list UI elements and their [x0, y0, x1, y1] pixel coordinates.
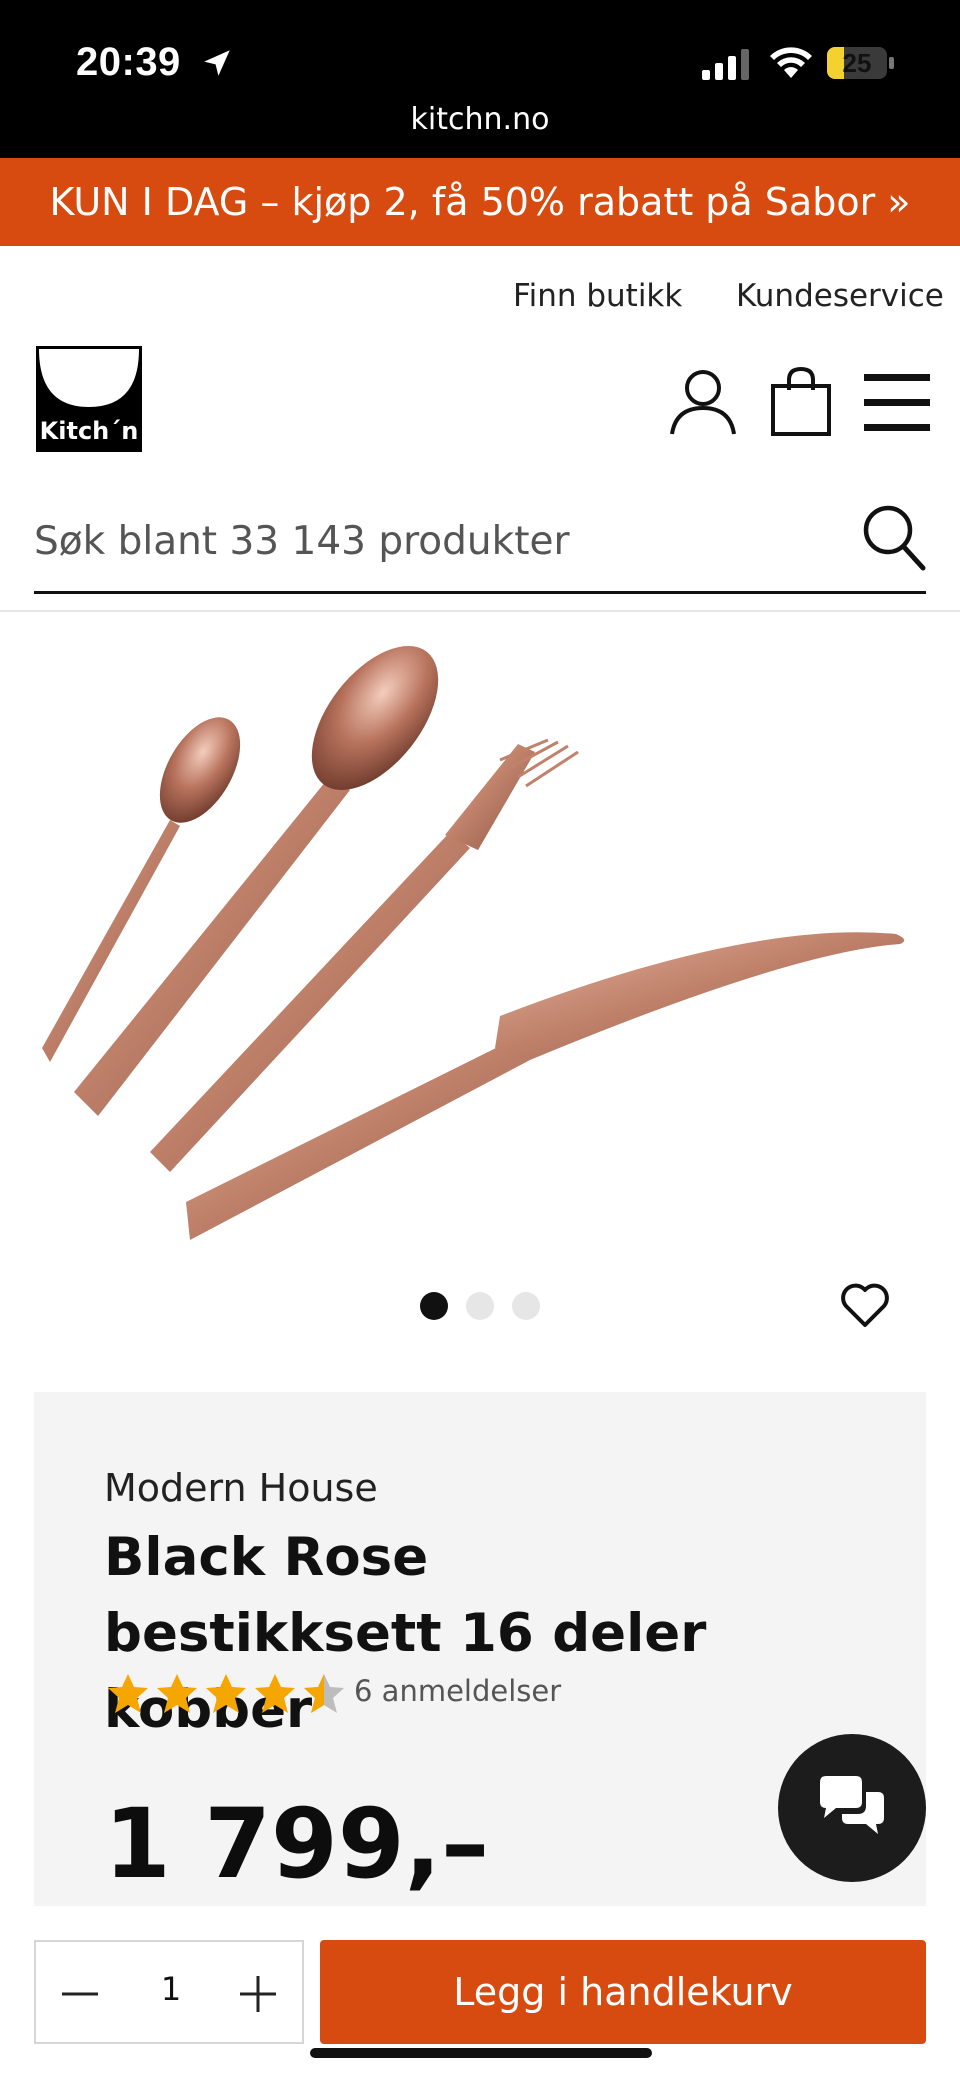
- customer-service-link[interactable]: Kundeservice: [736, 278, 944, 314]
- status-time: 20:39: [76, 40, 181, 84]
- review-count-link[interactable]: 6 anmeldelser: [354, 1674, 561, 1708]
- minus-icon[interactable]: [52, 1964, 108, 2024]
- product-brand[interactable]: Modern House: [104, 1466, 378, 1510]
- account-icon[interactable]: [668, 366, 738, 436]
- add-to-cart-button[interactable]: Legg i handlekurv: [320, 1940, 926, 2044]
- status-bar: 20:39 25 kitchn.no: [0, 0, 960, 158]
- find-store-link[interactable]: Finn butikk: [513, 278, 682, 314]
- search-input[interactable]: [34, 506, 834, 576]
- carousel-dot[interactable]: [420, 1292, 448, 1320]
- wifi-icon: [770, 47, 812, 78]
- home-indicator: [310, 2048, 652, 2058]
- carousel-dots: [420, 1292, 540, 1320]
- favorite-heart-icon[interactable]: [840, 1282, 890, 1328]
- battery-indicator: 25: [826, 46, 896, 80]
- chat-button[interactable]: [778, 1734, 926, 1882]
- star-half-icon: [304, 1674, 344, 1713]
- search-icon[interactable]: [860, 502, 926, 572]
- plus-icon[interactable]: [228, 1964, 288, 2024]
- location-arrow-icon: [204, 50, 230, 76]
- bottom-action-bar: 1 Legg i handlekurv: [0, 1906, 960, 2078]
- star-full-icon: [206, 1674, 246, 1713]
- header-divider: [0, 610, 960, 612]
- quantity-stepper: 1: [34, 1940, 304, 2044]
- address-bar-url[interactable]: kitchn.no: [0, 102, 960, 137]
- product-image[interactable]: [30, 640, 930, 1240]
- shopping-bag-icon[interactable]: [770, 366, 832, 436]
- star-full-icon: [255, 1674, 295, 1713]
- knife: [186, 932, 905, 1240]
- cellular-signal-icon: [702, 49, 749, 80]
- logo-text: Kitch´n: [39, 417, 139, 445]
- site-logo[interactable]: Kitch´n: [36, 346, 142, 452]
- carousel-dot[interactable]: [466, 1292, 494, 1320]
- battery-level: 25: [842, 48, 872, 78]
- carousel-dot[interactable]: [512, 1292, 540, 1320]
- promo-banner[interactable]: KUN I DAG – kjøp 2, få 50% rabatt på Sab…: [0, 158, 960, 246]
- star-full-icon: [157, 1674, 197, 1713]
- chat-bubbles-icon: [820, 1776, 884, 1834]
- quantity-value[interactable]: 1: [144, 1970, 198, 2008]
- product-price: 1 799,–: [104, 1788, 490, 1900]
- menu-icon[interactable]: [864, 372, 930, 434]
- search-bar: [34, 490, 926, 594]
- star-full-icon: [108, 1674, 148, 1713]
